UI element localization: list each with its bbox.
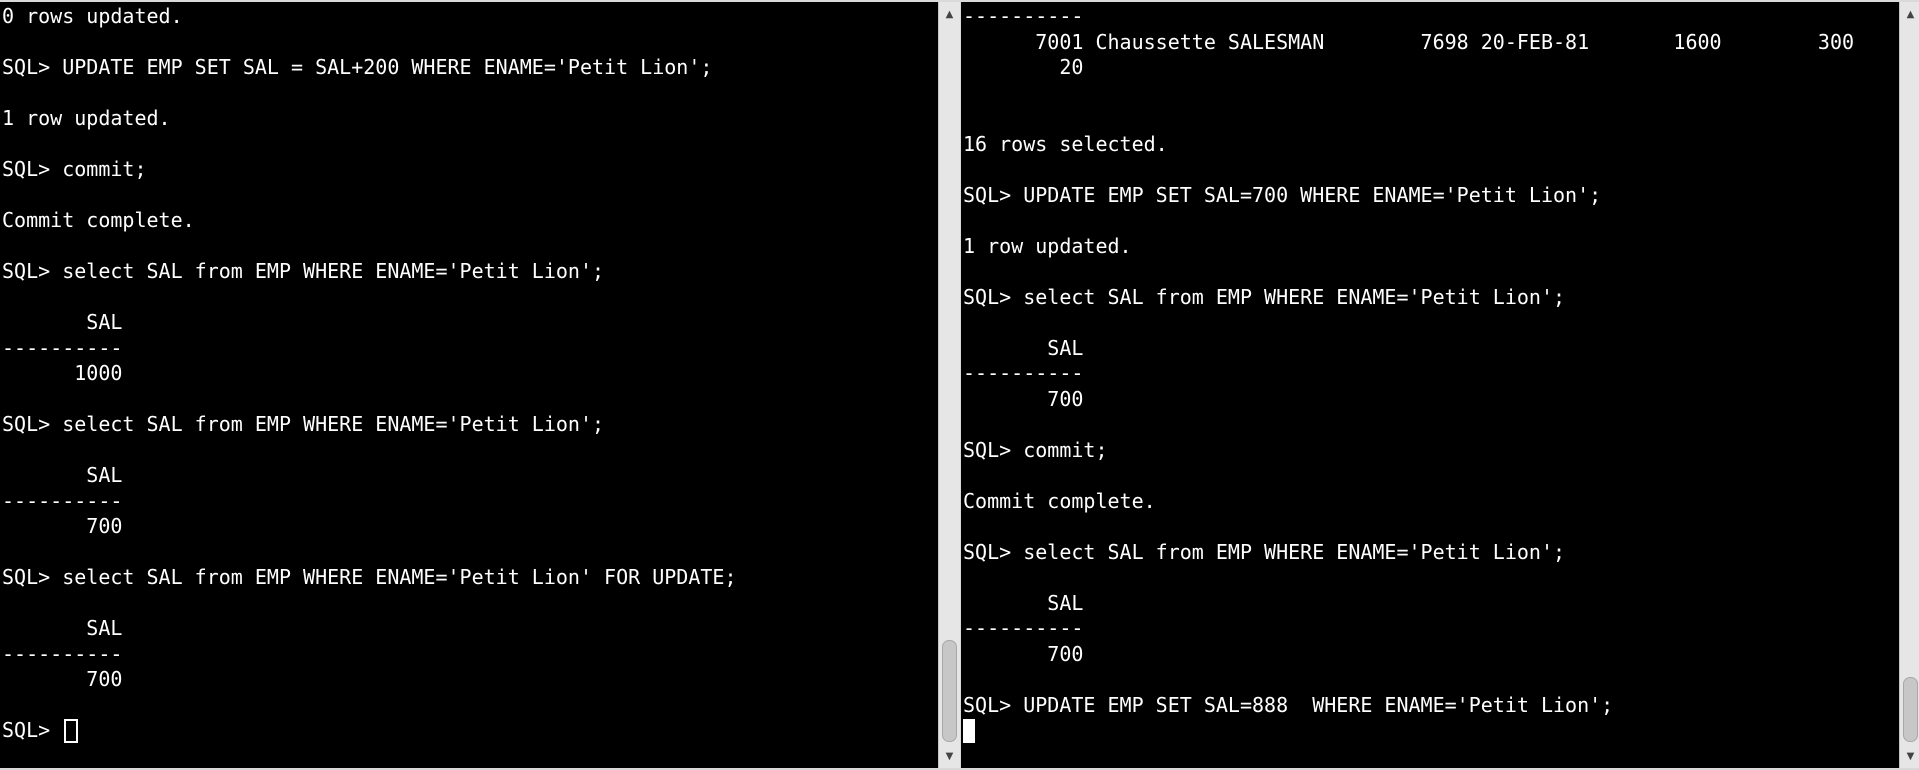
terminal-line: 1000 bbox=[2, 361, 123, 385]
terminal-line: ---------- bbox=[2, 335, 123, 360]
command-prompt[interactable]: SQL> bbox=[2, 718, 737, 744]
scroll-down-arrow-icon[interactable]: ▼ bbox=[939, 746, 960, 766]
prompt-label: SQL> bbox=[2, 718, 63, 742]
terminal-line: 0 rows updated. bbox=[2, 4, 183, 28]
terminal-line: 700 bbox=[2, 514, 123, 538]
terminal-left-output: 0 rows updated. SQL> UPDATE EMP SET SAL =… bbox=[2, 4, 737, 744]
terminal-line: SQL> select SAL from EMP WHERE ENAME='Pe… bbox=[2, 412, 605, 436]
scrollbar-thumb[interactable] bbox=[1903, 677, 1918, 742]
scroll-up-arrow-icon[interactable]: ▲ bbox=[939, 4, 960, 24]
terminal-line: SAL bbox=[2, 463, 123, 487]
scroll-down-arrow-icon[interactable]: ▼ bbox=[1900, 746, 1919, 766]
terminal-line: 700 bbox=[963, 386, 1084, 411]
terminal-line: SQL> select SAL from EMP WHERE ENAME='Pe… bbox=[2, 259, 605, 283]
terminal-left-scrollbar[interactable]: ▲ ▼ bbox=[938, 2, 960, 768]
terminal-line: 16 rows selected. bbox=[963, 131, 1168, 156]
terminal-line: SQL> UPDATE EMP SET SAL = SAL+200 WHERE … bbox=[2, 55, 713, 79]
desktop: 0 rows updated. SQL> UPDATE EMP SET SAL =… bbox=[0, 0, 1919, 770]
terminal-line: Commit complete. bbox=[963, 488, 1156, 513]
terminal-line: SQL> select SAL from EMP WHERE ENAME='Pe… bbox=[963, 284, 1566, 309]
terminal-line: 1 row updated. bbox=[2, 106, 171, 130]
terminal-line: 700 bbox=[963, 641, 1084, 666]
terminal-line: 1 row updated. bbox=[963, 233, 1132, 258]
terminal-line: ---------- bbox=[963, 4, 1084, 28]
text-cursor bbox=[963, 719, 975, 743]
terminal-line: ---------- bbox=[963, 616, 1084, 640]
terminal-line: SAL bbox=[2, 310, 123, 334]
terminal-line: SAL bbox=[963, 590, 1084, 615]
terminal-line: SQL> select SAL from EMP WHERE ENAME='Pe… bbox=[2, 565, 737, 589]
terminal-line: 7001 Chaussette SALESMAN 7698 20-FEB-81 … bbox=[963, 29, 1855, 54]
terminal-left[interactable]: 0 rows updated. SQL> UPDATE EMP SET SAL =… bbox=[0, 2, 938, 768]
terminal-line: SQL> select SAL from EMP WHERE ENAME='Pe… bbox=[963, 539, 1566, 564]
input-line[interactable] bbox=[963, 718, 1854, 744]
terminal-right-scrollbar[interactable]: ▲ ▼ bbox=[1899, 2, 1919, 768]
terminal-line: ---------- bbox=[2, 641, 123, 666]
terminal-line: SAL bbox=[2, 616, 123, 640]
terminal-line: SQL> UPDATE EMP SET SAL=700 WHERE ENAME=… bbox=[963, 182, 1602, 207]
terminal-line: SQL> UPDATE EMP SET SAL=888 WHERE ENAME=… bbox=[963, 692, 1614, 717]
terminal-right-output: ---------- 7001 Chaussette SALESMAN 7698… bbox=[963, 4, 1854, 744]
text-cursor bbox=[64, 719, 79, 743]
terminal-line: SQL> commit; bbox=[2, 157, 147, 181]
terminal-line: SAL bbox=[963, 335, 1084, 360]
terminal-right[interactable]: ---------- 7001 Chaussette SALESMAN 7698… bbox=[961, 2, 1899, 768]
terminal-line: SQL> commit; bbox=[963, 437, 1108, 462]
terminal-line: 700 bbox=[2, 667, 123, 691]
terminal-line: ---------- bbox=[2, 488, 123, 513]
terminal-line: 20 bbox=[963, 55, 1084, 79]
scrollbar-thumb[interactable] bbox=[942, 640, 957, 742]
scroll-up-arrow-icon[interactable]: ▲ bbox=[1900, 4, 1919, 24]
terminal-line: Commit complete. bbox=[2, 208, 195, 232]
terminal-line: ---------- bbox=[963, 361, 1084, 385]
